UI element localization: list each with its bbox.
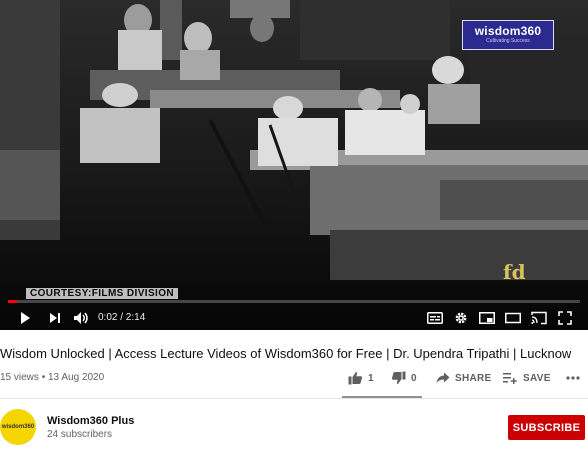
next-icon — [50, 313, 60, 323]
progress-bar[interactable] — [8, 300, 580, 303]
theater-icon — [505, 312, 521, 324]
settings-icon — [455, 312, 467, 324]
more-horizontal-icon — [566, 376, 580, 380]
thumbs-up-icon — [348, 372, 363, 385]
video-title: Wisdom Unlocked | Access Lecture Videos … — [0, 346, 572, 361]
fullscreen-button[interactable] — [555, 306, 575, 330]
progress-bar-fill — [8, 300, 18, 303]
share-icon — [436, 372, 450, 383]
films-division-mark: fd — [503, 260, 526, 284]
avatar-logo-text: wisdom360 — [1, 424, 35, 430]
subscriber-count: 24 subscribers — [47, 429, 113, 440]
volume-icon — [74, 312, 88, 324]
share-button[interactable]: SHARE — [436, 367, 492, 389]
next-button[interactable] — [44, 306, 66, 330]
share-label: SHARE — [455, 372, 492, 384]
more-actions-button[interactable] — [566, 367, 580, 389]
save-label: SAVE — [523, 372, 551, 384]
subscribe-button[interactable]: SUBSCRIBE — [508, 415, 585, 440]
thumbs-down-icon — [391, 371, 406, 384]
fullscreen-icon — [558, 311, 572, 325]
like-button[interactable]: 1 — [348, 367, 374, 389]
channel-name[interactable]: Wisdom360 Plus — [47, 415, 134, 427]
view-count: 15 views — [0, 372, 39, 383]
save-button[interactable]: SAVE — [503, 367, 551, 389]
cast-button[interactable] — [529, 306, 549, 330]
time-display: 0:02 / 2:14 — [98, 312, 146, 323]
play-icon — [21, 312, 30, 324]
cast-icon — [531, 311, 547, 325]
watermark-logo-subtitle: Cultivating Success — [486, 38, 530, 44]
channel-watermark-logo[interactable]: wisdom360 Cultivating Success — [462, 20, 554, 50]
section-divider — [0, 398, 588, 399]
settings-button[interactable] — [451, 306, 471, 330]
info-separator: • — [41, 372, 46, 383]
theater-mode-button[interactable] — [503, 306, 523, 330]
courtesy-caption: COURTESY:FILMS DIVISION — [26, 288, 179, 299]
dislike-count: 0 — [411, 372, 417, 384]
play-button[interactable] — [14, 306, 36, 330]
save-to-playlist-icon — [503, 373, 517, 384]
subtitles-icon — [427, 312, 443, 324]
dislike-button[interactable]: 0 — [391, 367, 417, 389]
video-info: 15 views • 13 Aug 2020 — [0, 372, 104, 383]
miniplayer-button[interactable] — [477, 306, 497, 330]
channel-avatar[interactable]: wisdom360 — [0, 409, 36, 445]
upload-date: 13 Aug 2020 — [47, 372, 105, 383]
subtitles-button[interactable] — [425, 306, 445, 330]
video-player[interactable]: wisdom360 Cultivating Success fd COURTES… — [0, 0, 588, 330]
like-count: 1 — [368, 372, 374, 384]
watermark-logo-text: wisdom360 — [474, 24, 542, 38]
volume-button[interactable] — [70, 306, 92, 330]
miniplayer-icon — [479, 312, 495, 324]
